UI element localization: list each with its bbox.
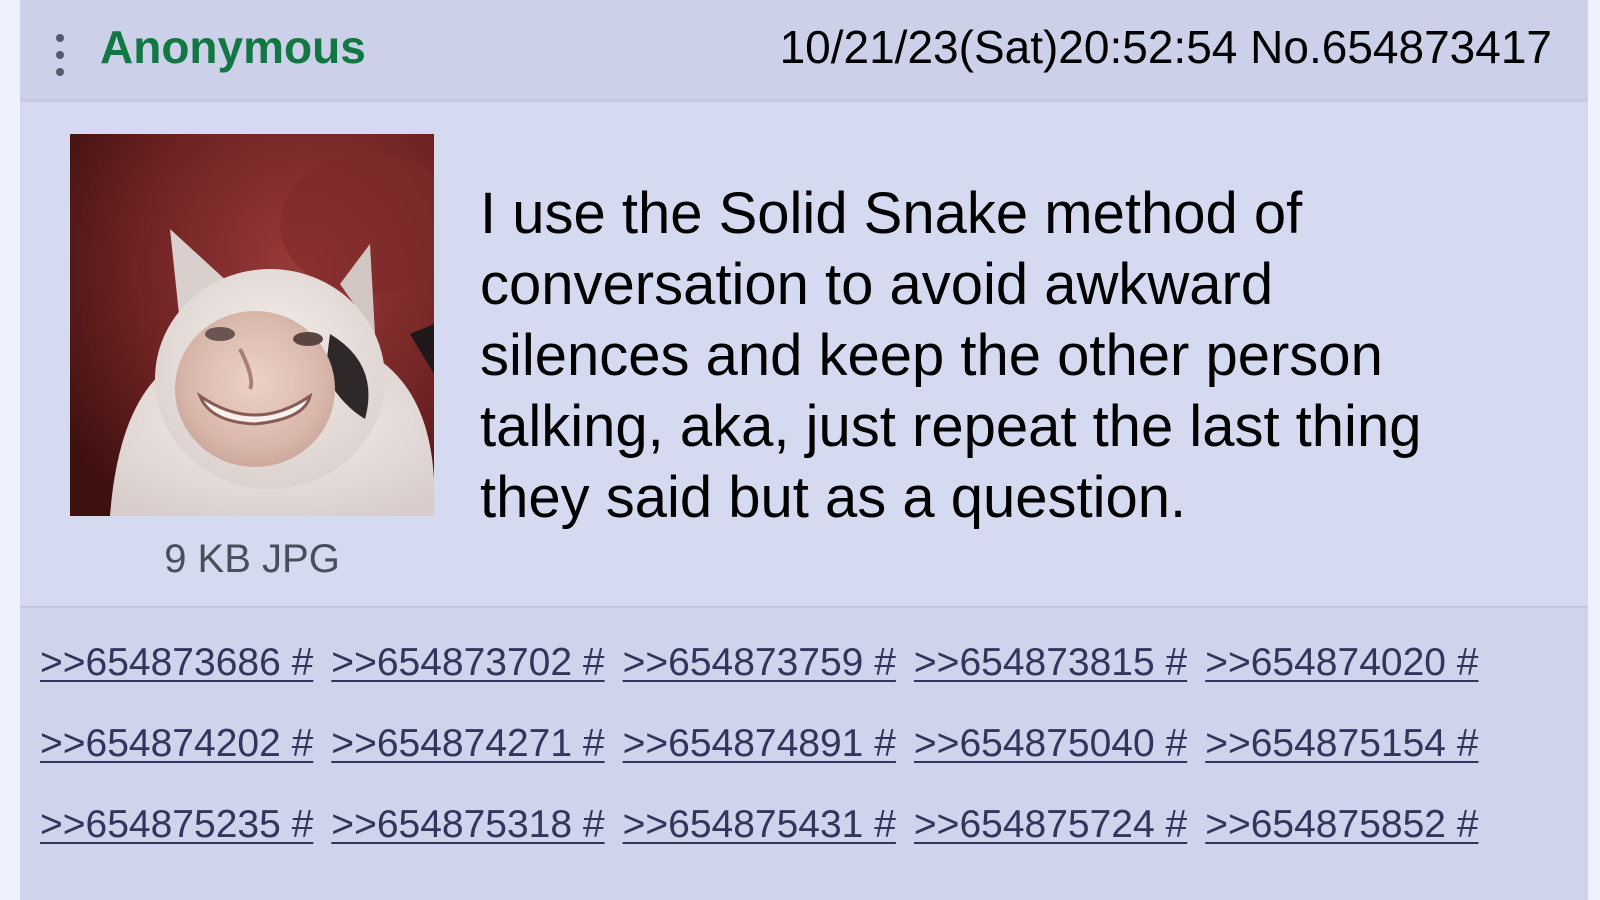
reply-link[interactable]: >>654875154 # [1205,722,1478,782]
reply-link[interactable]: >>654874891 # [623,722,896,782]
comment-line: conversation to avoid awkward [480,252,1274,317]
reply-row: >>654874202 # >>654874271 # >>654874891 … [40,722,1478,782]
post-number[interactable]: No.654873417 [1250,21,1552,73]
reply-link[interactable]: >>654875318 # [331,803,604,863]
reply-link[interactable]: >>654875040 # [914,722,1187,782]
reply-link[interactable]: >>654875724 # [914,803,1187,863]
reply-row: >>654873686 # >>654873702 # >>654873759 … [40,641,1478,701]
reply-link[interactable]: >>654875235 # [40,803,313,863]
post-image-thumbnail[interactable] [70,134,434,516]
reply-link[interactable]: >>654873759 # [623,641,896,701]
comment-line: I use the Solid Snake method of [480,181,1303,246]
reply-links-panel: >>654873686 # >>654873702 # >>654873759 … [20,606,1588,900]
post-comment: I use the Solid Snake method of conversa… [480,178,1540,533]
comment-line: they said but as a question. [480,465,1187,530]
reply-link[interactable]: >>654874202 # [40,722,313,782]
reply-link[interactable]: >>654874020 # [1205,641,1478,701]
post-container: Anonymous 10/21/23(Sat)20:52:54 No.65487… [20,0,1588,900]
reply-link[interactable]: >>654873686 # [40,641,313,701]
comment-line: silences and keep the other person [480,323,1383,388]
file-info: 9 KB JPG [164,537,340,581]
reply-row: >>654875235 # >>654875318 # >>654875431 … [40,803,1478,863]
post-datetime: 10/21/23(Sat)20:52:54 [779,21,1238,73]
poster-name: Anonymous [100,21,366,73]
vertical-ellipsis-icon[interactable] [50,30,70,80]
post-header: Anonymous 10/21/23(Sat)20:52:54 No.65487… [20,0,1588,102]
reply-link[interactable]: >>654875852 # [1205,803,1478,863]
comment-line: talking, aka, just repeat the last thing [480,394,1422,459]
reply-link[interactable]: >>654874271 # [331,722,604,782]
reply-link[interactable]: >>654873815 # [914,641,1187,701]
reply-link[interactable]: >>654873702 # [331,641,604,701]
post-meta: 10/21/23(Sat)20:52:54 No.654873417 [780,20,1552,74]
reply-link[interactable]: >>654875431 # [623,803,896,863]
